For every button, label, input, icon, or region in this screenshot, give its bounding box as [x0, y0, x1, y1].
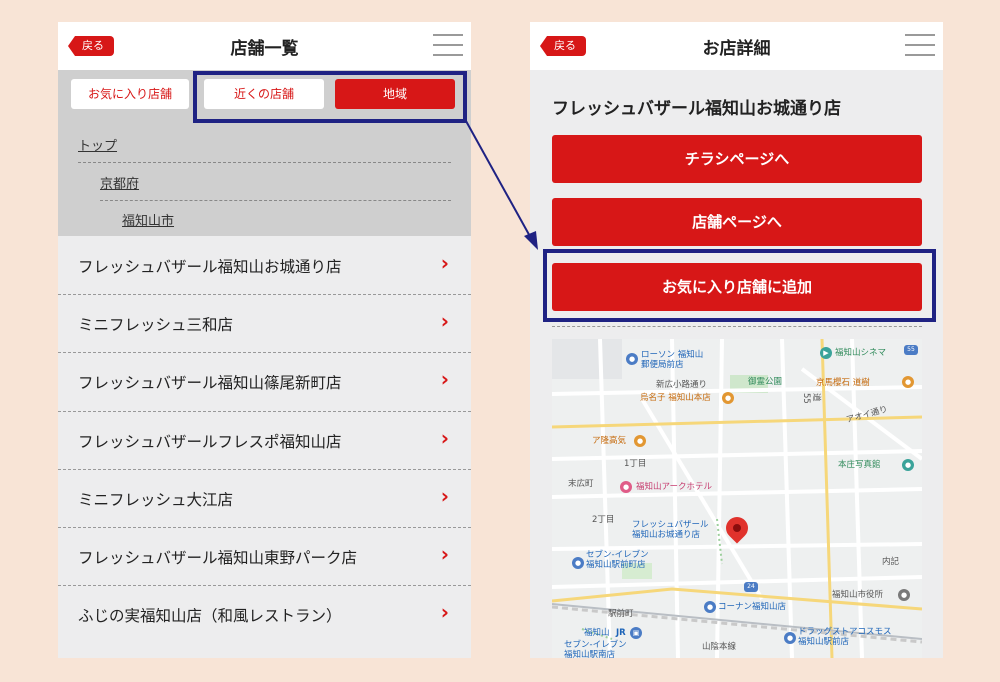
annotation-arrow-icon	[465, 120, 538, 250]
